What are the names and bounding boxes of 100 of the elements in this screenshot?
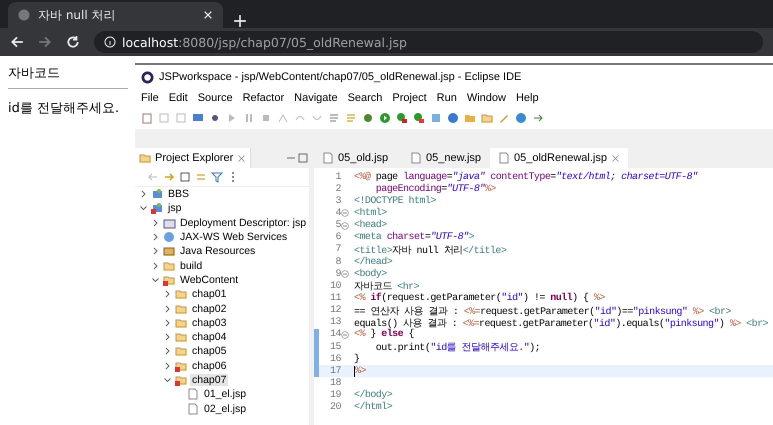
window-title: JSPworkspace - jsp/WebContent/chap07/05_oldRenewal.jsp - Eclipse IDE	[159, 71, 522, 83]
tree-item[interactable]: 01_el.jsp	[202, 388, 248, 400]
tree-item[interactable]: chap06	[190, 360, 228, 372]
code-line: <!DOCTYPE html>	[354, 196, 436, 207]
fold-icon[interactable]	[341, 209, 349, 218]
line-number: 11	[328, 292, 341, 304]
line-number: 9	[334, 268, 341, 280]
fold-icon[interactable]	[341, 222, 349, 230]
code-line: <head>	[354, 220, 387, 232]
code-line: out.print("id를 전달해주세요.");	[374, 342, 540, 354]
code-line: 자바코드 <hr>	[354, 280, 420, 294]
tree-item[interactable]: Java Resources	[178, 245, 258, 258]
menu-item[interactable]: Run	[432, 92, 462, 104]
new-file-icon[interactable]	[141, 112, 153, 124]
arrow-icon[interactable]	[532, 112, 544, 124]
menu-item[interactable]: Window	[462, 92, 511, 104]
line-number: 2	[334, 184, 341, 195]
file-icon	[410, 152, 422, 164]
line-number: 18	[328, 378, 341, 389]
sort-icon[interactable]	[345, 112, 357, 124]
folder-icon	[139, 152, 151, 164]
expand-chevron-icon[interactable]	[163, 316, 172, 329]
code-line: %>	[354, 366, 366, 377]
tree-item[interactable]: chap03	[190, 316, 228, 329]
info-icon	[104, 36, 116, 48]
run-stop-icon[interactable]	[413, 112, 425, 124]
menu-item[interactable]: Edit	[164, 92, 193, 104]
line-number: 4	[334, 208, 341, 219]
reload-icon[interactable]	[66, 35, 80, 49]
url-host: localhost	[122, 34, 178, 50]
maximize-icon[interactable]	[297, 152, 309, 164]
file-icon	[498, 152, 510, 164]
line-number: 19	[328, 390, 341, 402]
line-number: 20	[328, 402, 341, 414]
back-arrow-icon[interactable]	[10, 35, 24, 49]
tree-item[interactable]: 02_el.jsp	[202, 402, 248, 415]
fold-icon[interactable]	[341, 330, 349, 339]
address-bar[interactable]: localhost:8080/jsp/chap07/05_oldRenewal.jsp	[94, 31, 763, 53]
menu-item[interactable]: Help	[510, 92, 544, 104]
expand-chevron-icon[interactable]	[163, 360, 172, 372]
line-number: 1	[334, 172, 341, 183]
browser-tab[interactable]: 자바 null 처리	[8, 2, 223, 28]
plus-icon[interactable]	[233, 14, 247, 28]
code-line: <html>	[354, 208, 387, 219]
folder-icon[interactable]	[481, 112, 493, 124]
tree-item[interactable]: chap05	[190, 345, 228, 358]
view-title: Project Explorer	[155, 152, 234, 164]
run-config-icon[interactable]	[396, 112, 408, 124]
line-number: 6	[334, 232, 341, 244]
line-number: 12	[328, 305, 341, 316]
collapse-icon[interactable]	[179, 171, 191, 183]
tree-item[interactable]: Deployment Descriptor: jsp	[178, 216, 308, 229]
code-line: <title>자바 null 처리</title>	[354, 244, 506, 257]
expand-chevron-icon[interactable]	[151, 216, 160, 229]
tree-item[interactable]: build	[178, 260, 204, 272]
line-number: 13	[328, 317, 341, 328]
fold-icon[interactable]	[341, 270, 349, 278]
menu-item[interactable]: Navigate	[289, 92, 343, 104]
menu-item[interactable]: Search	[342, 92, 388, 104]
tree-item[interactable]: chap02	[190, 302, 228, 315]
view-tab[interactable]: Project Explorer	[135, 148, 252, 168]
page-message: id를 전달해주세요.	[8, 100, 120, 117]
tree-item[interactable]: JAX-WS Web Services	[178, 231, 290, 244]
editor-tab[interactable]: 05_old.jsp	[314, 148, 402, 168]
tree-item[interactable]: chap01	[190, 288, 228, 300]
page-heading: 자바코드	[8, 65, 60, 82]
expand-chevron-icon[interactable]	[151, 260, 160, 272]
monitor-icon[interactable]	[192, 112, 204, 124]
editor-tab[interactable]: 05_new.jsp	[402, 148, 490, 168]
editor-tab[interactable]: 05_oldRenewal.jsp	[490, 148, 628, 168]
code-line: </html>	[354, 402, 392, 414]
filter-icon[interactable]	[211, 171, 223, 183]
line-number: 14	[328, 329, 341, 340]
forward-arrow-icon[interactable]	[163, 171, 175, 183]
code-line: </head>	[354, 256, 392, 268]
list-icon[interactable]	[328, 112, 340, 124]
code-line: <body>	[354, 268, 387, 280]
line-number: 3	[334, 196, 341, 207]
tree-item[interactable]: jsp	[166, 202, 184, 214]
line-number: 5	[334, 220, 341, 232]
menu-item[interactable]: Project	[387, 92, 432, 104]
tree-item[interactable]: chap04	[190, 331, 228, 344]
line-number: 17	[328, 366, 341, 377]
menu-item[interactable]: Refactor	[238, 92, 290, 104]
code-line: pageEncoding="UTF-8"%>	[374, 184, 496, 195]
tab-title: 자바 null 처리	[38, 6, 117, 24]
tree-item[interactable]: BBS	[166, 188, 192, 200]
code-line: <% } else {	[354, 329, 414, 340]
code-line: equals() 사용 결과 : <%=request.getParameter("id").equals("pinksung") %> <br>	[354, 318, 768, 330]
menu-item[interactable]: Source	[192, 92, 238, 104]
tree-item[interactable]: chap07	[190, 374, 228, 386]
line-number: 10	[328, 280, 341, 292]
code-line: <%@ page language="java" contentType="text/html; charset=UTF-8"	[354, 172, 698, 183]
expand-chevron-icon[interactable]	[163, 302, 172, 315]
menu-item[interactable]: File	[136, 92, 164, 104]
forward-arrow-icon[interactable]	[38, 35, 52, 49]
tree-item[interactable]: WebContent	[178, 274, 240, 286]
line-number: 8	[334, 256, 341, 268]
run-icon[interactable]	[379, 112, 391, 124]
code-line: <% if(request.getParameter("id") != null) { %>	[354, 292, 605, 304]
